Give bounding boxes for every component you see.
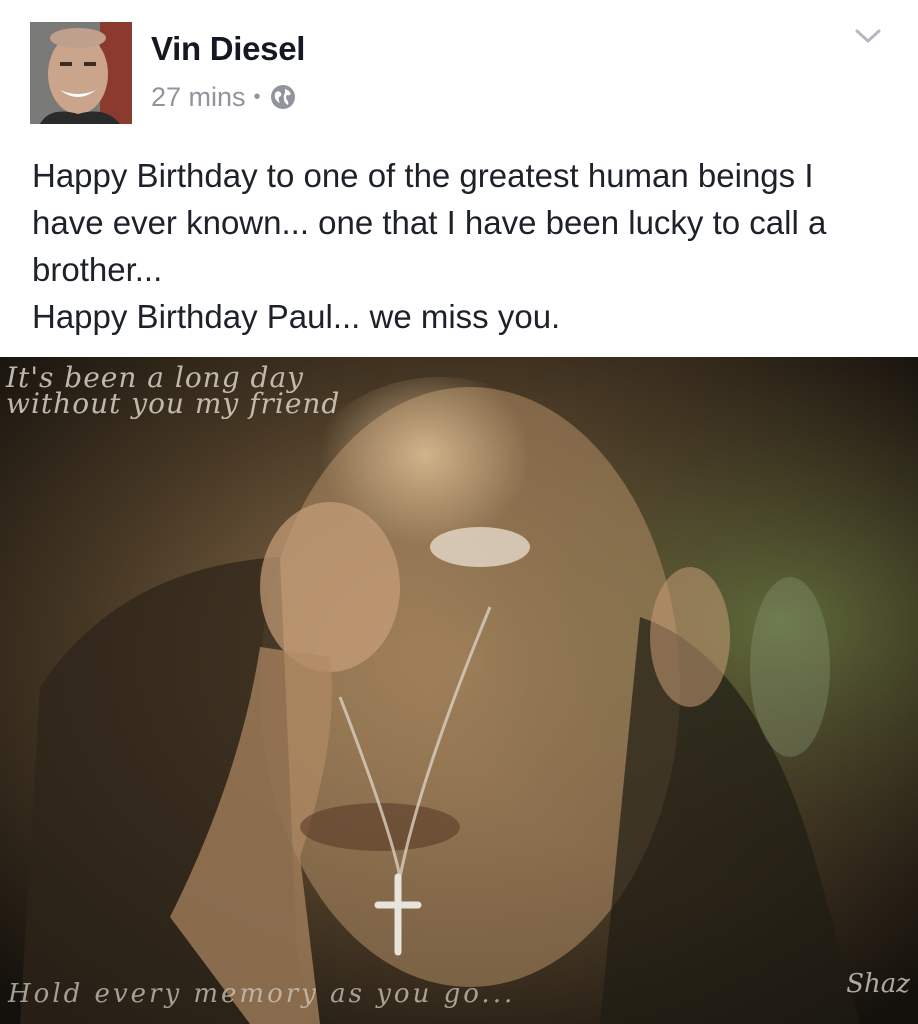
post-text-line: Happy Birthday to one of the greatest hu… — [32, 157, 827, 288]
post-text-line: Happy Birthday Paul... we miss you. — [32, 298, 561, 335]
post-body: Happy Birthday to one of the greatest hu… — [32, 152, 892, 340]
caption-line: without you my friend — [6, 387, 341, 420]
meta-separator: • — [253, 85, 261, 108]
artist-signature: Shaz — [846, 969, 910, 999]
post-photo[interactable]: It's been a long day without you my frie… — [0, 357, 918, 1024]
chevron-down-icon[interactable] — [854, 26, 882, 46]
avatar-image — [30, 22, 132, 124]
photo-caption-bottom: Hold every memory as you go... — [8, 979, 516, 1009]
photo-caption-top: It's been a long day without you my frie… — [6, 364, 341, 420]
author-avatar[interactable] — [30, 22, 132, 124]
author-name[interactable]: Vin Diesel — [151, 30, 305, 68]
post-timestamp[interactable]: 27 mins — [151, 82, 246, 113]
post-header: Vin Diesel 27 mins • — [0, 0, 918, 140]
photo-image — [0, 357, 918, 1024]
post-meta: 27 mins • — [151, 80, 296, 114]
globe-icon[interactable] — [270, 84, 296, 110]
